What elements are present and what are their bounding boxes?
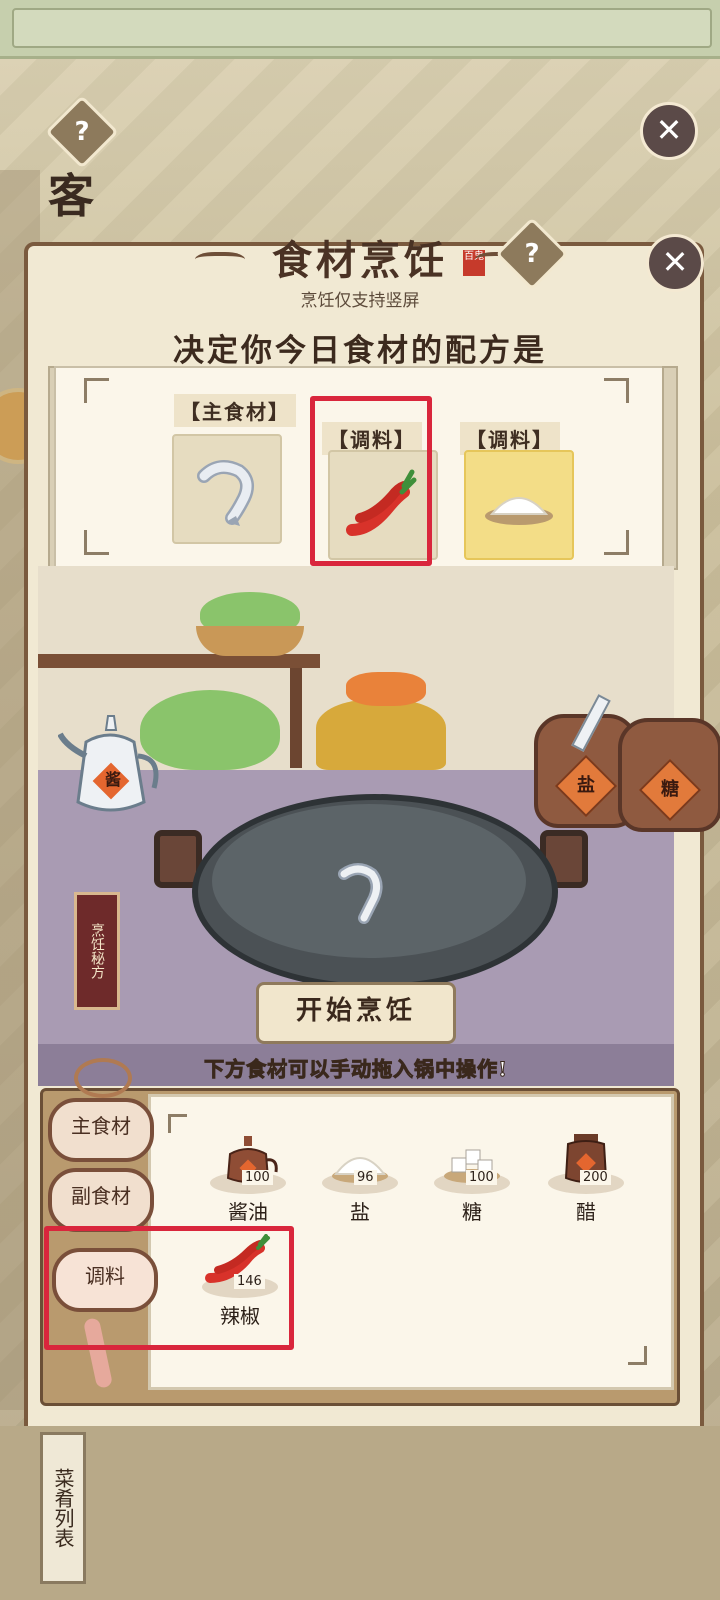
tab-main-ingredient[interactable]: 主食材 — [48, 1098, 154, 1162]
tray-corner — [168, 1114, 187, 1133]
tab-side-ingredient[interactable]: 副食材 — [48, 1168, 154, 1232]
highlight-box-tray — [44, 1226, 294, 1350]
question-icon: ? — [74, 117, 90, 147]
tray-corner — [628, 1346, 647, 1365]
ingredient-soy-sauce[interactable]: 100 酱油 — [202, 1130, 294, 1240]
bowl-icon — [196, 626, 304, 656]
ingredient-count: 200 — [580, 1170, 611, 1185]
close-button[interactable]: ✕ — [646, 234, 704, 292]
ingredient-count: 100 — [242, 1170, 273, 1185]
kitchen-shelf — [38, 654, 320, 668]
salt-icon — [485, 497, 553, 525]
background-floor — [0, 1426, 720, 1600]
recipe-slot-seasoning-2[interactable] — [464, 450, 574, 560]
orientation-note: 烹饪仅支持竖屏 — [300, 291, 420, 311]
scroll-roller-right — [662, 366, 678, 570]
scroll-corner — [84, 378, 109, 403]
scroll-corner — [604, 378, 629, 403]
ingredient-name: 酱油 — [228, 1200, 268, 1224]
highlight-box-recipe — [310, 396, 432, 566]
carrots-icon — [346, 672, 426, 706]
scroll-corner — [604, 530, 629, 555]
shelf-leg — [290, 668, 302, 768]
ingredient-vinegar[interactable]: 200 醋 — [540, 1130, 632, 1240]
shrimp-icon — [338, 863, 383, 924]
drag-hint: 下方食材可以手动拖入锅中操作! — [204, 1057, 508, 1082]
top-bar — [0, 0, 720, 59]
background-close-button[interactable]: ✕ — [640, 102, 698, 160]
panel-title: 食材烹饪 百鬼 — [195, 228, 525, 288]
ingredient-count: 96 — [354, 1170, 377, 1185]
ingredient-sugar[interactable]: 100 糖 — [426, 1130, 518, 1240]
slot-label-main: 【主食材】 — [174, 394, 296, 427]
secret-recipe-button[interactable]: 烹饪秘方 — [74, 892, 120, 1010]
start-cooking-button[interactable]: 开始烹饪 — [256, 982, 456, 1044]
menu-list-button[interactable]: 菜肴列表 — [40, 1432, 86, 1584]
background-room-sign: 客 — [48, 169, 94, 223]
recipe-slot-main[interactable] — [172, 434, 282, 544]
ingredient-name: 糖 — [462, 1200, 482, 1224]
shrimp-icon — [197, 460, 255, 526]
ingredient-name: 醋 — [576, 1200, 596, 1224]
question-icon: ? — [524, 239, 540, 269]
ingredient-salt[interactable]: 96 盐 — [314, 1130, 406, 1240]
basket-icon — [316, 700, 446, 770]
teapot-label: 酱 — [104, 770, 121, 789]
recipe-heading: 决定你今日食材的配方是 — [173, 333, 547, 369]
ingredient-count: 100 — [466, 1170, 497, 1185]
sugar-jar-label: 糖 — [638, 758, 702, 822]
top-bar-frame — [12, 8, 712, 48]
ingredient-name: 盐 — [350, 1200, 370, 1224]
knot-ornament — [74, 1058, 132, 1098]
scroll-corner — [84, 530, 109, 555]
sugar-jar: 糖 — [618, 718, 720, 832]
salt-jar-label: 盐 — [554, 754, 618, 818]
